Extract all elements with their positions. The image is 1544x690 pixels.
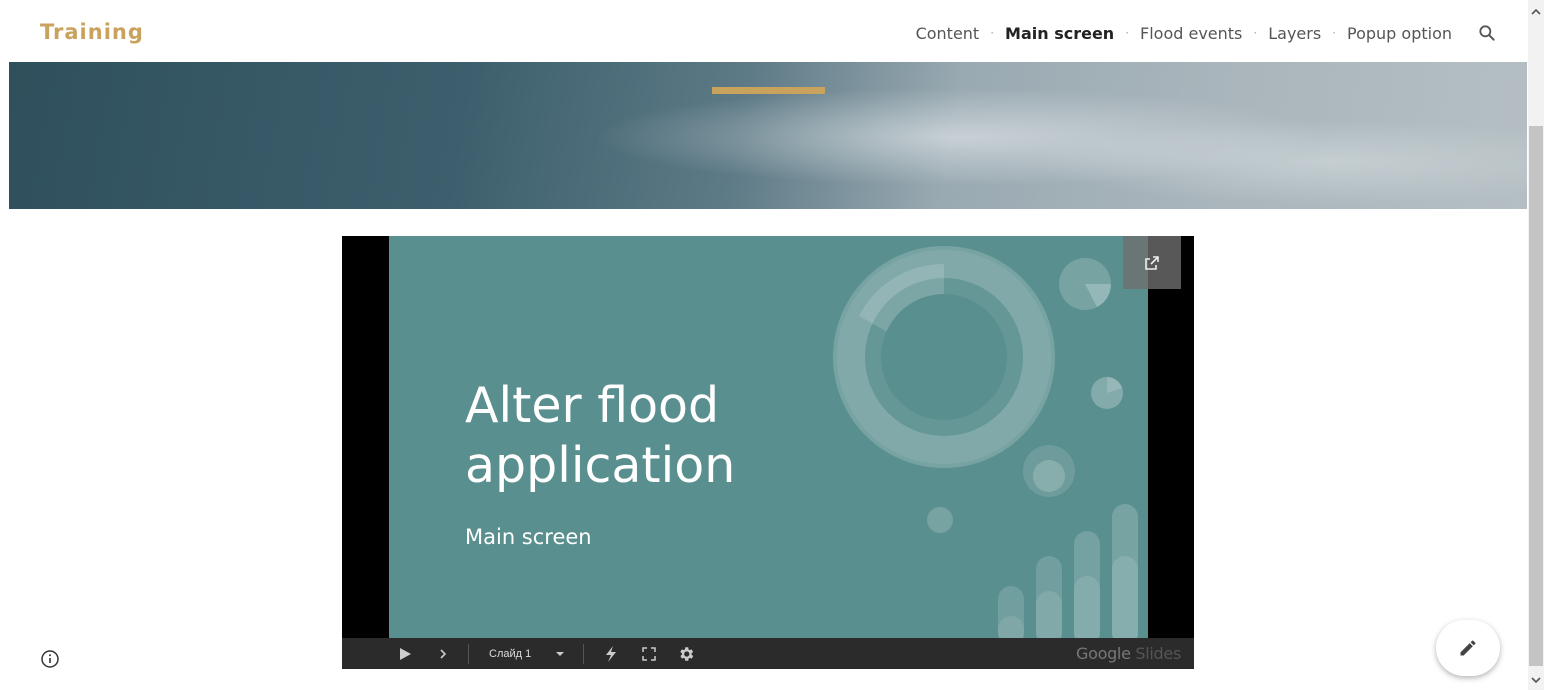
site-header: Training Content · Main screen · Flood e… — [0, 0, 1528, 62]
fullscreen-button[interactable] — [638, 641, 660, 667]
info-icon — [41, 650, 59, 668]
play-button[interactable] — [392, 641, 418, 667]
slides-embed[interactable]: Alter flood application Main screen Слай… — [342, 236, 1194, 669]
pencil-icon — [1460, 640, 1476, 656]
laser-pointer-button[interactable] — [600, 641, 622, 667]
nav-item-layers[interactable]: Layers — [1268, 24, 1321, 43]
info-button[interactable] — [40, 649, 60, 669]
open-in-new-icon — [1145, 255, 1159, 270]
slide-title-line-1: Alter flood — [465, 377, 720, 434]
scroll-thumb[interactable] — [1529, 126, 1543, 666]
settings-button[interactable] — [674, 641, 698, 667]
nav-item-content[interactable]: Content — [916, 24, 980, 43]
nav-separator: · — [1125, 26, 1130, 40]
search-button[interactable] — [1474, 20, 1500, 46]
top-nav: Content · Main screen · Flood events · L… — [916, 20, 1500, 46]
google-slides-branding: Google Slides — [1076, 644, 1181, 663]
nav-item-main-screen[interactable]: Main screen — [1005, 24, 1114, 43]
slide-subtitle: Main screen — [465, 525, 592, 549]
controls-divider — [583, 643, 585, 664]
site-title[interactable]: Training — [40, 20, 144, 44]
scroll-up-button[interactable] — [1528, 4, 1544, 20]
slide-selector-label: Слайд 1 — [489, 647, 532, 660]
slides-controls-bar: Слайд 1 Google Slides — [342, 638, 1194, 669]
nav-item-popup-option[interactable]: Popup option — [1347, 24, 1452, 43]
search-icon — [1479, 25, 1495, 41]
page: Training Content · Main screen · Flood e… — [0, 0, 1544, 690]
slide-selector[interactable]: Слайд 1 — [489, 648, 565, 660]
nav-item-flood-events[interactable]: Flood events — [1140, 24, 1242, 43]
slide-title: Alter flood application — [465, 376, 735, 496]
chevron-right-icon — [440, 648, 447, 659]
fullscreen-icon — [642, 646, 656, 661]
banner-accent-bar — [712, 87, 825, 94]
branding-google: Google — [1076, 644, 1131, 663]
nav-separator: · — [1253, 26, 1258, 40]
laser-pointer-icon — [606, 645, 617, 662]
slide-canvas[interactable]: Alter flood application Main screen — [389, 236, 1148, 638]
open-in-new-button[interactable] — [1123, 236, 1181, 289]
nav-separator: · — [990, 26, 995, 40]
next-slide-button[interactable] — [430, 641, 456, 667]
edit-fab[interactable] — [1436, 620, 1500, 676]
branding-slides: Slides — [1130, 644, 1181, 663]
chevron-down-icon — [1531, 677, 1541, 684]
header-banner — [9, 62, 1527, 209]
page-scrollbar[interactable] — [1528, 0, 1544, 690]
slide-title-line-2: application — [465, 437, 736, 494]
gear-icon — [680, 646, 694, 661]
play-icon — [400, 647, 411, 660]
nav-separator: · — [1332, 26, 1336, 40]
controls-divider — [468, 643, 469, 664]
chevron-up-icon — [1531, 8, 1541, 15]
scroll-down-button[interactable] — [1528, 672, 1544, 688]
caret-down-icon — [556, 651, 565, 656]
